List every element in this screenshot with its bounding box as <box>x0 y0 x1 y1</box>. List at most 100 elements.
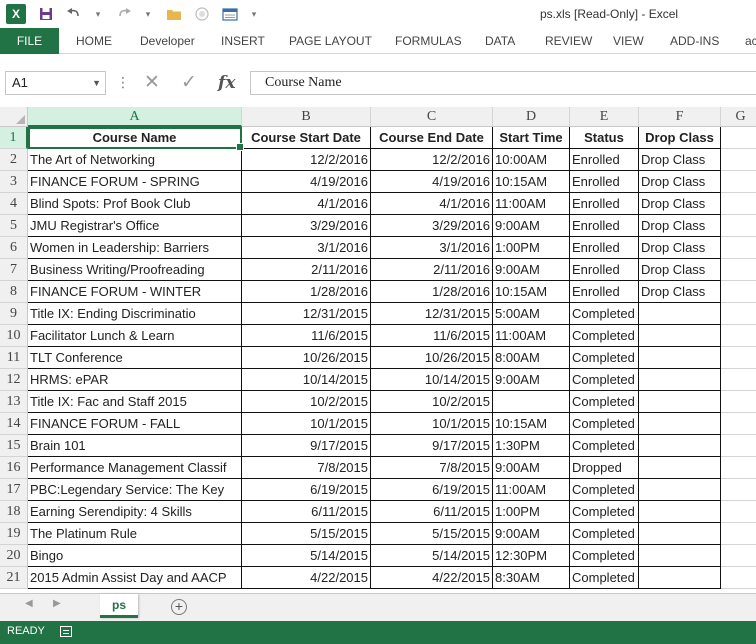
table-cell[interactable]: 11/6/2015 <box>242 325 371 347</box>
table-cell[interactable]: 9:00AM <box>493 215 570 237</box>
table-cell[interactable]: 6/19/2015 <box>242 479 371 501</box>
save-icon[interactable] <box>36 4 56 24</box>
table-cell[interactable]: 2/11/2016 <box>371 259 493 281</box>
row-header[interactable]: 2 <box>0 149 28 171</box>
table-cell[interactable]: 9:00AM <box>493 259 570 281</box>
table-cell[interactable]: Completed <box>570 523 639 545</box>
table-cell[interactable]: FINANCE FORUM - SPRING <box>28 171 242 193</box>
table-cell[interactable]: TLT Conference <box>28 347 242 369</box>
table-cell[interactable]: PBC:Legendary Service: The Key <box>28 479 242 501</box>
tab-data[interactable]: DATA <box>485 28 515 54</box>
sheet-nav-prev-icon[interactable]: ◀ <box>25 598 33 609</box>
table-cell[interactable] <box>639 391 721 413</box>
table-cell[interactable] <box>639 413 721 435</box>
tab-add-ins[interactable]: ADD-INS <box>670 28 719 54</box>
tab-overflow[interactable]: ac <box>745 28 756 54</box>
table-cell[interactable]: Completed <box>570 413 639 435</box>
table-cell[interactable]: Enrolled <box>570 237 639 259</box>
table-cell[interactable]: 10/26/2015 <box>371 347 493 369</box>
row-header[interactable]: 1 <box>0 127 28 149</box>
table-cell[interactable] <box>721 567 756 589</box>
spreadsheet-grid[interactable]: A B C D E F G 1 Course Name Course Start Date Cour… <box>0 107 756 591</box>
table-cell[interactable]: 4/22/2015 <box>242 567 371 589</box>
chevron-down-icon[interactable]: ▼ <box>92 72 101 94</box>
row-header[interactable]: 4 <box>0 193 28 215</box>
header-cell[interactable]: Course Start Date <box>242 127 371 149</box>
formula-input[interactable]: Course Name <box>250 71 756 95</box>
tab-file[interactable]: FILE <box>0 28 59 54</box>
table-cell[interactable]: Completed <box>570 347 639 369</box>
row-header[interactable]: 7 <box>0 259 28 281</box>
table-cell[interactable]: 6/19/2015 <box>371 479 493 501</box>
table-cell[interactable]: 1:30PM <box>493 435 570 457</box>
table-cell[interactable] <box>721 149 756 171</box>
macro-recording-icon[interactable] <box>60 626 72 637</box>
row-header[interactable]: 16 <box>0 457 28 479</box>
table-cell[interactable] <box>639 435 721 457</box>
table-cell[interactable]: 10:15AM <box>493 413 570 435</box>
table-cell[interactable]: 9/17/2015 <box>371 435 493 457</box>
table-cell[interactable]: Brain 101 <box>28 435 242 457</box>
table-cell[interactable]: Facilitator Lunch & Learn <box>28 325 242 347</box>
table-cell[interactable] <box>721 457 756 479</box>
table-cell[interactable]: 12/2/2016 <box>242 149 371 171</box>
cancel-icon[interactable]: ✕ <box>144 71 160 95</box>
table-cell[interactable]: 3/1/2016 <box>371 237 493 259</box>
row-header[interactable]: 12 <box>0 369 28 391</box>
table-cell[interactable] <box>721 259 756 281</box>
table-cell[interactable] <box>639 347 721 369</box>
table-cell[interactable]: Enrolled <box>570 215 639 237</box>
tab-developer[interactable]: Developer <box>140 28 195 54</box>
table-cell[interactable]: Bingo <box>28 545 242 567</box>
table-cell[interactable]: 9:00AM <box>493 457 570 479</box>
table-cell[interactable]: 6/11/2015 <box>242 501 371 523</box>
table-cell[interactable]: Dropped <box>570 457 639 479</box>
table-cell[interactable]: 10/14/2015 <box>371 369 493 391</box>
tab-insert[interactable]: INSERT <box>221 28 265 54</box>
table-cell[interactable]: 10/2/2015 <box>371 391 493 413</box>
table-cell[interactable]: Enrolled <box>570 281 639 303</box>
table-cell[interactable]: Completed <box>570 369 639 391</box>
table-cell[interactable] <box>639 523 721 545</box>
table-cell[interactable]: Enrolled <box>570 193 639 215</box>
table-cell[interactable]: 12:30PM <box>493 545 570 567</box>
table-cell[interactable]: Drop Class <box>639 237 721 259</box>
table-cell[interactable]: Completed <box>570 567 639 589</box>
table-cell[interactable]: Drop Class <box>639 215 721 237</box>
table-cell[interactable]: Completed <box>570 479 639 501</box>
table-cell[interactable] <box>721 347 756 369</box>
table-cell[interactable]: 9:00AM <box>493 369 570 391</box>
tab-page-layout[interactable]: PAGE LAYOUT <box>289 28 372 54</box>
row-header[interactable]: 11 <box>0 347 28 369</box>
table-cell[interactable]: 7/8/2015 <box>371 457 493 479</box>
table-cell[interactable]: 5/14/2015 <box>242 545 371 567</box>
table-cell[interactable]: 10/1/2015 <box>242 413 371 435</box>
table-cell[interactable]: 4/1/2016 <box>371 193 493 215</box>
table-cell[interactable] <box>721 413 756 435</box>
row-header[interactable]: 5 <box>0 215 28 237</box>
table-cell[interactable]: Completed <box>570 501 639 523</box>
table-cell[interactable]: JMU Registrar's Office <box>28 215 242 237</box>
table-cell[interactable] <box>721 171 756 193</box>
table-cell[interactable]: 4/19/2016 <box>242 171 371 193</box>
table-cell[interactable]: 8:00AM <box>493 347 570 369</box>
row-header[interactable]: 17 <box>0 479 28 501</box>
table-cell[interactable]: 7/8/2015 <box>242 457 371 479</box>
table-cell[interactable]: 10/14/2015 <box>242 369 371 391</box>
table-cell[interactable]: Drop Class <box>639 149 721 171</box>
table-cell[interactable]: 11/6/2015 <box>371 325 493 347</box>
table-cell[interactable]: 6/11/2015 <box>371 501 493 523</box>
table-cell[interactable]: Drop Class <box>639 171 721 193</box>
row-header[interactable]: 3 <box>0 171 28 193</box>
table-cell[interactable]: 11:00AM <box>493 479 570 501</box>
open-folder-icon[interactable] <box>164 4 184 24</box>
enter-icon[interactable]: ✓ <box>181 71 197 95</box>
table-cell[interactable]: Drop Class <box>639 281 721 303</box>
table-cell[interactable] <box>721 215 756 237</box>
table-cell[interactable]: 11:00AM <box>493 325 570 347</box>
table-cell[interactable]: 1:00PM <box>493 237 570 259</box>
name-box[interactable]: A1 ▼ <box>5 71 106 95</box>
tab-home[interactable]: HOME <box>76 28 112 54</box>
undo-dropdown-icon[interactable]: ▾ <box>92 4 104 24</box>
row-header[interactable]: 18 <box>0 501 28 523</box>
